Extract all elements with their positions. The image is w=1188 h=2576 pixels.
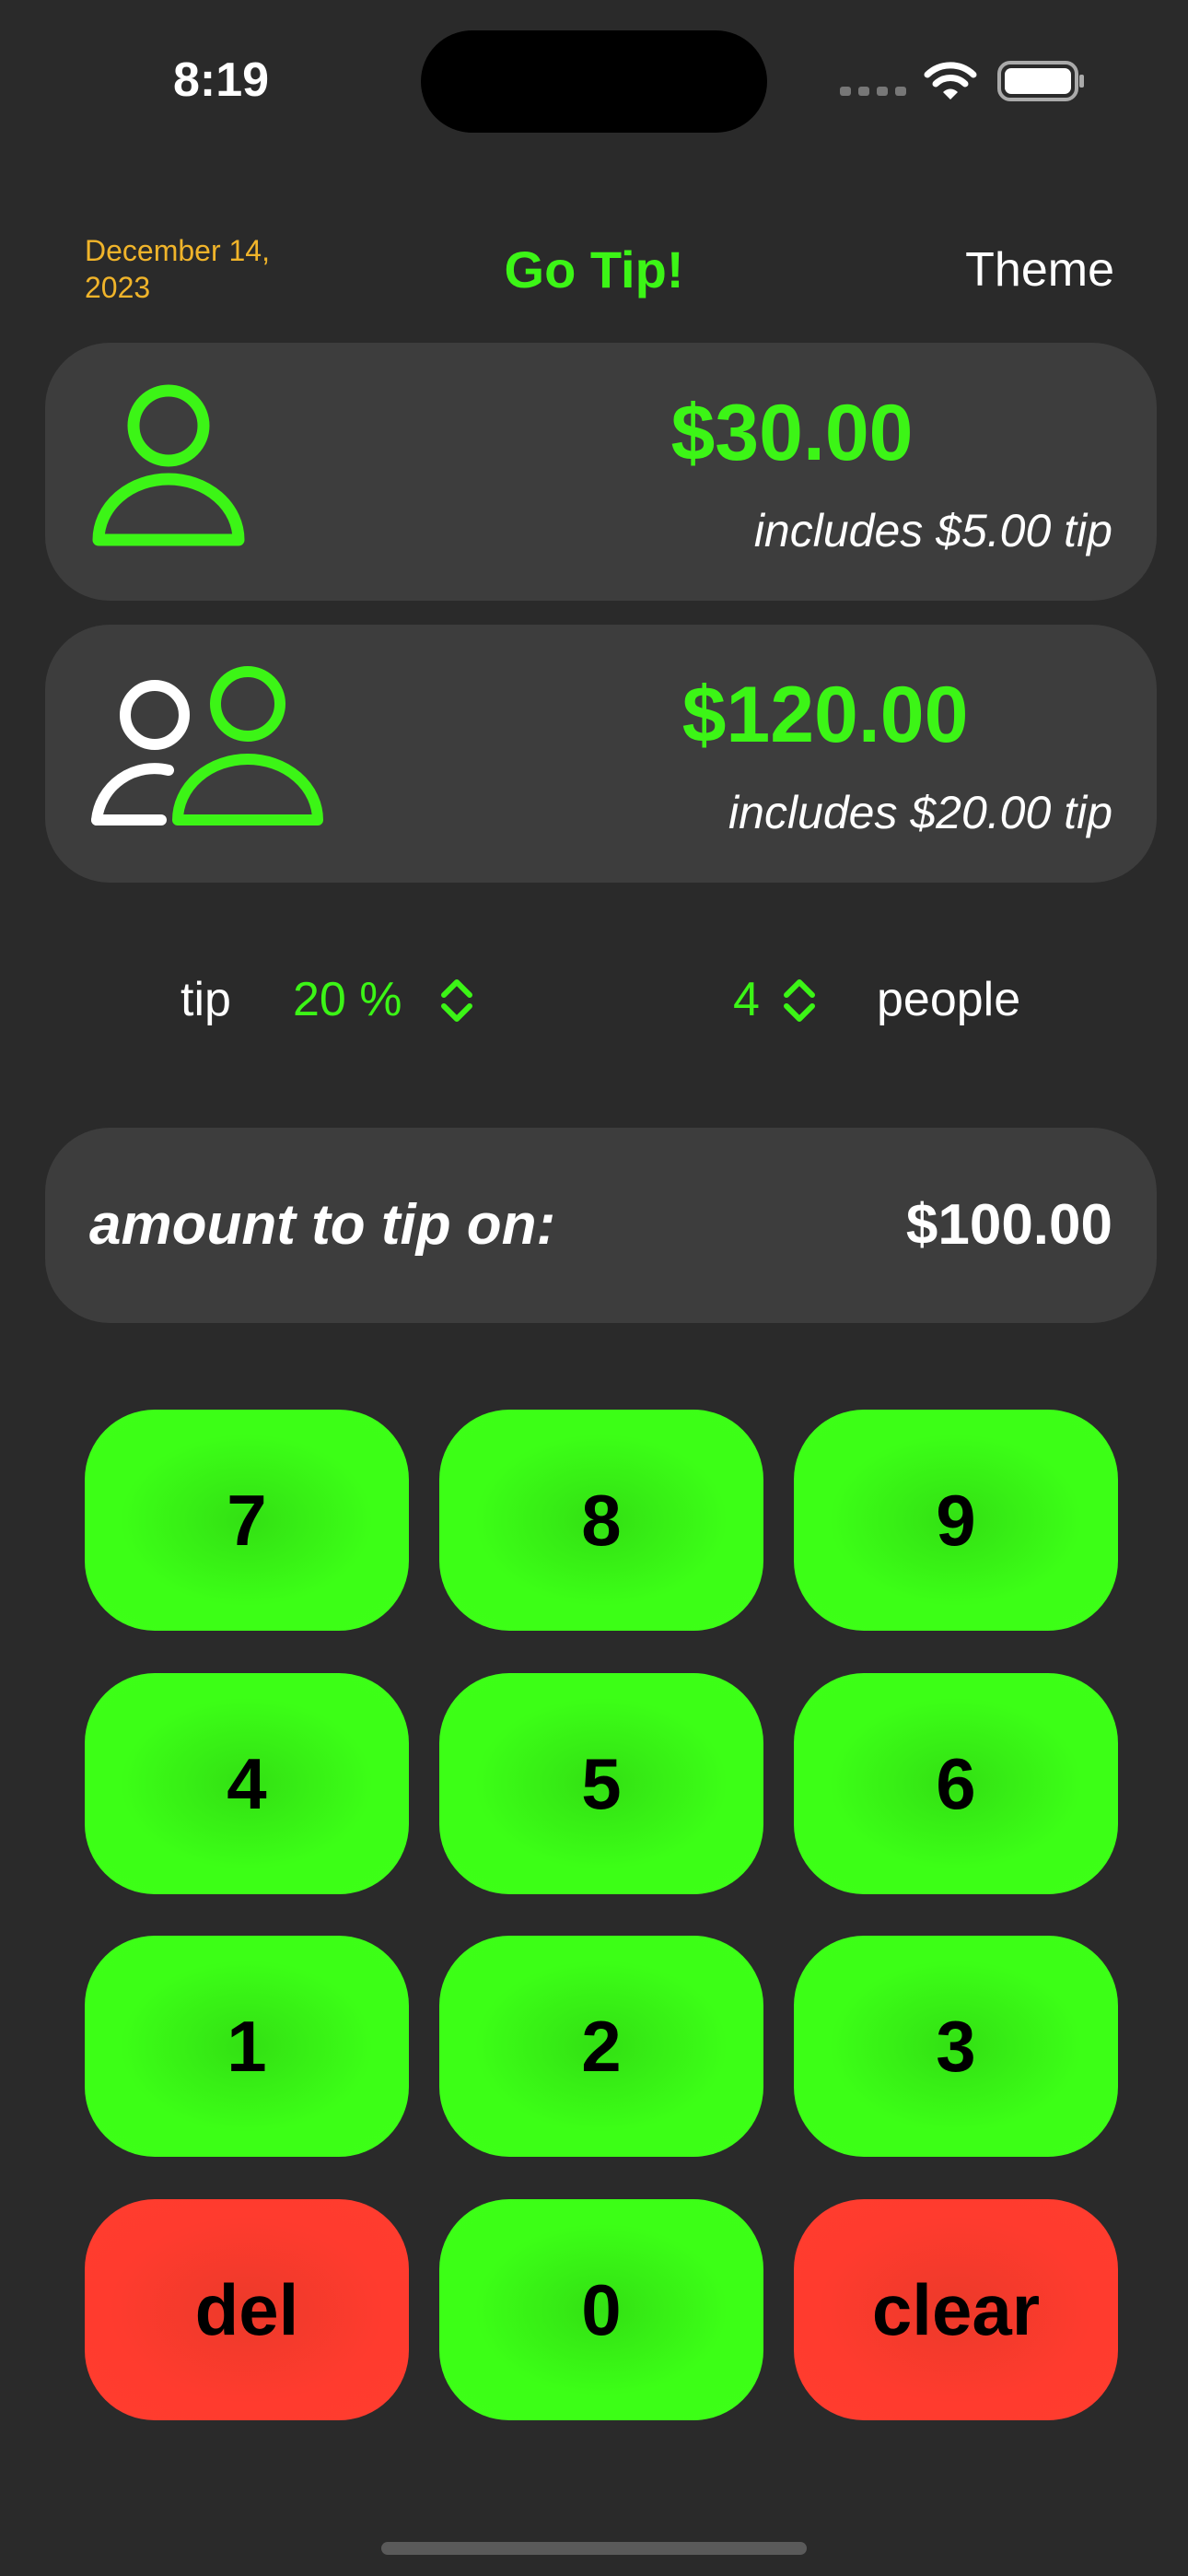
amount-card: amount to tip on: $100.00 <box>45 1128 1157 1323</box>
key-6[interactable]: 6 <box>794 1673 1118 1894</box>
per-person-card: $30.00 includes $5.00 tip <box>45 343 1157 601</box>
status-time: 8:19 <box>172 53 270 107</box>
key-2[interactable]: 2 <box>439 1936 763 2157</box>
app-title: Go Tip! <box>504 240 684 299</box>
person-icon <box>92 384 245 546</box>
cellular-signal-icon <box>840 87 906 96</box>
total-card: $120.00 includes $20.00 tip <box>45 625 1157 883</box>
tip-label: tip <box>181 973 231 1026</box>
theme-button[interactable]: Theme <box>921 238 1114 302</box>
wifi-icon <box>924 62 977 100</box>
amount-value: $100.00 <box>905 1193 1112 1257</box>
people-count-value[interactable]: 4 <box>733 967 760 1032</box>
chevron-up-down-icon[interactable] <box>437 975 477 1026</box>
home-indicator[interactable] <box>381 2542 807 2555</box>
dynamic-island <box>421 30 767 133</box>
key-4[interactable]: 4 <box>85 1673 409 1894</box>
key-7[interactable]: 7 <box>85 1410 409 1631</box>
date-label: December 14, 2023 <box>85 234 270 304</box>
clear-button[interactable]: clear <box>794 2199 1118 2420</box>
total-tip-note: includes $20.00 tip <box>728 787 1112 838</box>
people-label: people <box>877 973 1021 1026</box>
chevron-up-down-icon[interactable] <box>779 975 820 1026</box>
key-8[interactable]: 8 <box>439 1410 763 1631</box>
amount-label: amount to tip on: <box>89 1193 556 1257</box>
key-9[interactable]: 9 <box>794 1410 1118 1631</box>
tip-percent-value[interactable]: 20 % <box>293 967 402 1032</box>
battery-icon <box>997 61 1084 101</box>
key-3[interactable]: 3 <box>794 1936 1118 2157</box>
two-people-icon <box>91 666 323 825</box>
delete-button[interactable]: del <box>85 2199 409 2420</box>
per-person-tip-note: includes $5.00 tip <box>753 505 1112 556</box>
key-0[interactable]: 0 <box>439 2199 763 2420</box>
key-1[interactable]: 1 <box>85 1936 409 2157</box>
key-5[interactable]: 5 <box>439 1673 763 1894</box>
total-amount: $120.00 <box>681 671 969 759</box>
per-person-amount: $30.00 <box>670 389 914 477</box>
